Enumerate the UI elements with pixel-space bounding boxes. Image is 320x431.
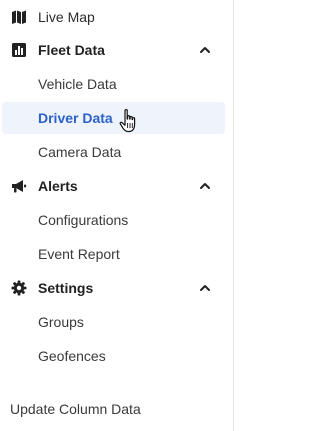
chevron-up-icon[interactable] [198, 179, 212, 193]
sidebar-nav: Live Map Fleet Data Vehicle Data Driver … [0, 0, 233, 431]
nav-item-configurations[interactable]: Configurations [0, 204, 233, 236]
chevron-up-icon[interactable] [198, 281, 212, 295]
nav-item-vehicle-data[interactable]: Vehicle Data [0, 68, 233, 100]
section-alerts[interactable]: Alerts [0, 170, 233, 202]
nav-item-label: Driver Data [38, 110, 113, 126]
footer-label: Update Column Data [10, 401, 141, 417]
nav-item-label: Vehicle Data [38, 76, 117, 92]
update-column-data-link[interactable]: Update Column Data [0, 393, 233, 425]
megaphone-icon [11, 178, 27, 194]
nav-item-groups[interactable]: Groups [0, 306, 233, 338]
nav-item-driver-data[interactable]: Driver Data [2, 102, 225, 134]
nav-item-label: Geofences [38, 348, 106, 364]
nav-item-label: Configurations [38, 212, 129, 228]
nav-item-label: Live Map [38, 9, 95, 25]
map-icon [11, 9, 27, 25]
section-settings[interactable]: Settings [0, 272, 233, 304]
nav-item-event-report[interactable]: Event Report [0, 238, 233, 270]
bar-chart-icon [11, 42, 27, 58]
nav-item-camera-data[interactable]: Camera Data [0, 136, 233, 168]
section-fleet-data[interactable]: Fleet Data [0, 34, 233, 66]
section-label: Fleet Data [38, 42, 105, 58]
chevron-up-icon[interactable] [198, 43, 212, 57]
nav-item-label: Event Report [38, 246, 120, 262]
nav-item-label: Camera Data [38, 144, 122, 160]
nav-item-geofences[interactable]: Geofences [0, 340, 233, 372]
section-label: Alerts [38, 178, 78, 194]
nav-item-label: Groups [38, 314, 84, 330]
hand-pointer-cursor-icon [119, 109, 136, 133]
nav-item-live-map[interactable]: Live Map [0, 1, 233, 33]
section-label: Settings [38, 280, 94, 296]
sidebar-divider [233, 0, 234, 431]
gear-icon [11, 280, 27, 296]
